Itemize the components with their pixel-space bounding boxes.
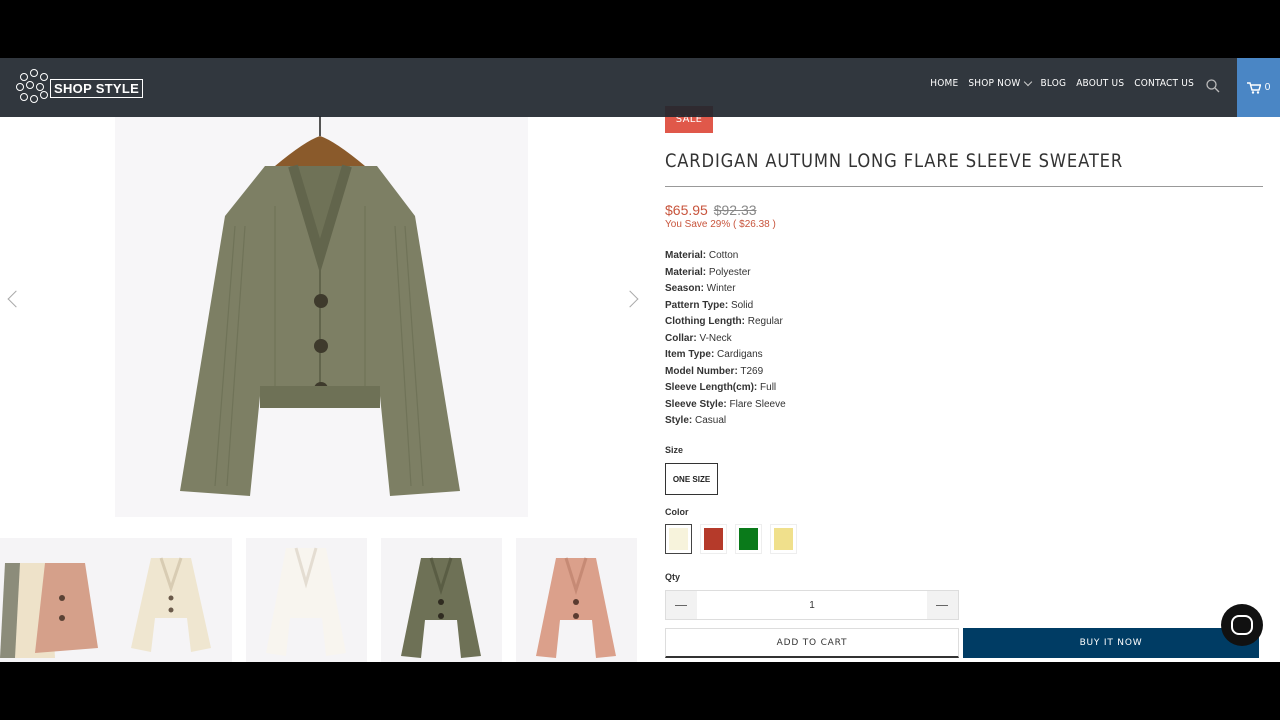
product-attributes: Material: Cotton Material: Polyester Seaso… — [665, 248, 786, 430]
attribute-row: Season: Winter — [665, 281, 786, 298]
logo-mark-icon — [14, 67, 54, 109]
product-main-image[interactable] — [115, 96, 528, 517]
attribute-value: Cotton — [706, 250, 739, 261]
attribute-value: Solid — [728, 299, 754, 311]
attribute-key: Sleeve Length(cm): — [665, 382, 758, 393]
cart-icon — [1246, 81, 1261, 94]
nav-home[interactable]: HOME — [930, 78, 958, 89]
attribute-key: Material: — [665, 250, 707, 261]
search-icon[interactable] — [1205, 78, 1221, 94]
qty-plus-button[interactable] — [927, 591, 958, 619]
attribute-value: V-Neck — [696, 332, 732, 344]
attribute-value: Cardigans — [714, 349, 763, 360]
attribute-value: Casual — [692, 415, 727, 426]
attribute-row: Clothing Length: Regular — [665, 314, 786, 331]
quantity-stepper — [665, 590, 959, 620]
attribute-value: Polyester — [706, 266, 751, 278]
attribute-key: Material: — [665, 266, 707, 278]
add-to-cart-button[interactable]: ADD TO CART — [665, 628, 959, 658]
attribute-row: Sleeve Style: Flare Sleeve — [665, 397, 786, 414]
qty-minus-button[interactable] — [666, 591, 697, 619]
price-current: $65.95 — [665, 202, 708, 218]
attribute-row: Material: Polyester — [665, 265, 786, 282]
color-swatch[interactable] — [665, 524, 692, 554]
attribute-value: T269 — [737, 365, 764, 377]
color-swatch-fill — [739, 528, 758, 550]
attribute-key: Season: — [665, 283, 704, 294]
product-title: CARDIGAN AUTUMN LONG FLARE SLEEVE SWEATE… — [665, 150, 1124, 172]
nav-label: CONTACT US — [1134, 78, 1194, 89]
nav-label: BLOG — [1040, 78, 1067, 89]
price-row: $65.95 $92.33 — [665, 202, 757, 218]
nav-label: HOME — [930, 78, 959, 89]
attribute-row: Item Type: Cardigans — [665, 347, 786, 364]
gallery-thumbnail[interactable] — [0, 538, 121, 662]
size-label: Size — [665, 445, 684, 455]
nav-blog[interactable]: BLOG — [1041, 78, 1067, 89]
buy-now-button[interactable]: BUY IT NOW — [963, 628, 1259, 658]
attribute-value: Full — [757, 382, 777, 393]
color-swatch[interactable] — [770, 524, 797, 554]
chat-bubble-icon — [1231, 615, 1253, 635]
qty-input[interactable] — [697, 591, 927, 619]
attribute-value: Flare Sleeve — [726, 398, 786, 410]
nav-about-us[interactable]: ABOUT US — [1076, 78, 1124, 89]
attribute-key: Pattern Type: — [665, 299, 729, 311]
color-swatch[interactable] — [700, 524, 727, 554]
gallery-thumbnail[interactable] — [516, 538, 637, 662]
attribute-key: Item Type: — [665, 349, 715, 360]
attribute-key: Style: — [665, 415, 693, 426]
chat-widget-button[interactable] — [1221, 604, 1263, 646]
gallery-prev-arrow-icon[interactable] — [7, 290, 25, 308]
color-swatch-fill — [669, 528, 688, 550]
qty-label: Qty — [665, 572, 681, 582]
nav-label: ABOUT US — [1076, 78, 1125, 89]
site-header: SHOP STYLE HOME SHOP NOW BLOG ABOUT US CONTA… — [0, 58, 1280, 117]
gallery-thumbnail[interactable] — [111, 538, 232, 662]
attribute-key: Sleeve Style: — [665, 398, 727, 410]
size-option-one-size[interactable]: ONE SIZE — [665, 463, 718, 495]
cart-count: 0 — [1264, 82, 1271, 93]
attribute-row: Pattern Type: Solid — [665, 298, 786, 315]
nav-contact-us[interactable]: CONTACT US — [1134, 78, 1194, 89]
attribute-value: Winter — [703, 283, 736, 294]
gallery-next-arrow-icon[interactable] — [621, 290, 639, 308]
attribute-key: Collar: — [665, 332, 697, 344]
attribute-value: Regular — [744, 316, 783, 327]
attribute-key: Model Number: — [665, 365, 738, 377]
attribute-row: Sleeve Length(cm): Full — [665, 380, 786, 397]
title-divider — [665, 186, 1263, 187]
attribute-row: Material: Cotton — [665, 248, 786, 265]
attribute-row: Model Number: T269 — [665, 364, 786, 381]
main-nav: HOME SHOP NOW BLOG ABOUT US CONTACT US — [930, 77, 1194, 89]
site-logo[interactable]: SHOP STYLE — [14, 66, 144, 110]
cart-button[interactable]: 0 — [1237, 58, 1280, 117]
gallery-thumbnail[interactable] — [381, 538, 502, 662]
color-label: Color — [665, 507, 689, 517]
price-compare: $92.33 — [713, 202, 757, 218]
color-swatch-fill — [774, 528, 793, 550]
nav-label: SHOP NOW — [968, 78, 1021, 89]
attribute-row: Style: Casual — [665, 413, 786, 430]
chevron-down-icon — [1023, 77, 1032, 86]
attribute-key: Clothing Length: — [665, 316, 745, 327]
logo-text: SHOP STYLE — [50, 78, 144, 98]
color-swatch[interactable] — [735, 524, 762, 554]
savings-text: You Save 29% ( $26.38 ) — [665, 219, 776, 230]
attribute-row: Collar: V-Neck — [665, 331, 786, 348]
nav-shop-now[interactable]: SHOP NOW — [968, 77, 1032, 89]
gallery-thumbnail[interactable] — [246, 538, 367, 662]
color-swatches — [665, 524, 797, 554]
product-page: SALE CARDIGAN AUTUMN LONG FLARE SLEEVE S… — [0, 58, 1280, 662]
color-swatch-fill — [704, 528, 723, 550]
